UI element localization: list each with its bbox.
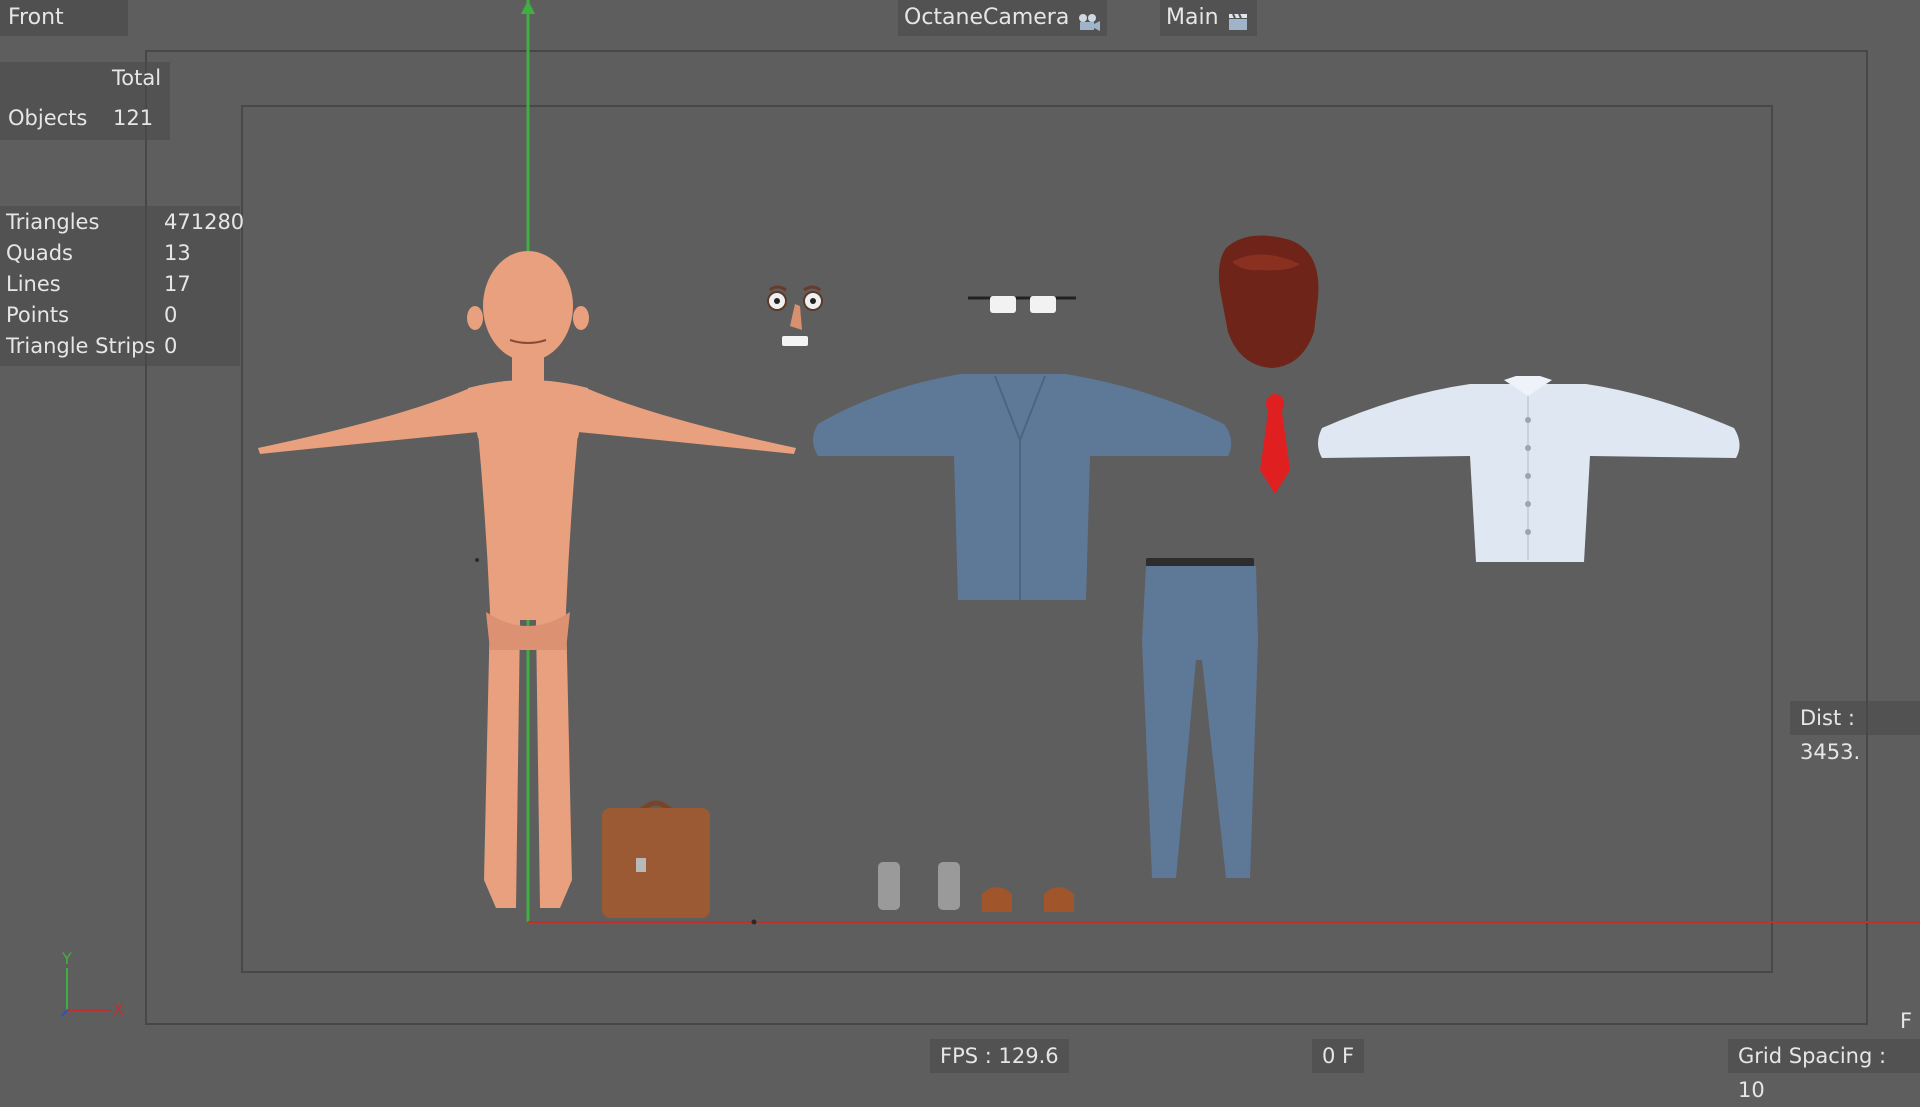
briefcase-mesh[interactable] — [602, 800, 710, 918]
shoes-mesh[interactable] — [982, 887, 1074, 912]
pants-mesh[interactable] — [1142, 558, 1258, 878]
axis-gizmo: Y X — [61, 949, 124, 1019]
glasses-mesh[interactable] — [968, 296, 1076, 313]
face-features[interactable] — [767, 285, 823, 346]
tie-mesh[interactable] — [1260, 394, 1290, 494]
y-axis-arrow — [521, 0, 535, 14]
hair-mesh[interactable] — [1218, 235, 1319, 369]
vertex-dot — [751, 919, 757, 925]
frame-readout: 0 F — [1312, 1039, 1365, 1073]
socks-mesh[interactable] — [878, 862, 960, 910]
distance-readout: Dist : 3453. — [1790, 701, 1920, 764]
gizmo-x-label: X — [113, 1000, 124, 1019]
viewport-scene[interactable]: Y X — [0, 0, 1920, 1080]
shirt-mesh[interactable] — [1318, 376, 1740, 562]
vertex-dot — [475, 558, 479, 562]
corner-indicator: F — [1900, 1009, 1913, 1033]
gizmo-y-label: Y — [61, 949, 72, 968]
fps-readout: FPS : 129.6 — [930, 1039, 1069, 1073]
grid-spacing-readout: Grid Spacing : 10 — [1728, 1039, 1920, 1102]
